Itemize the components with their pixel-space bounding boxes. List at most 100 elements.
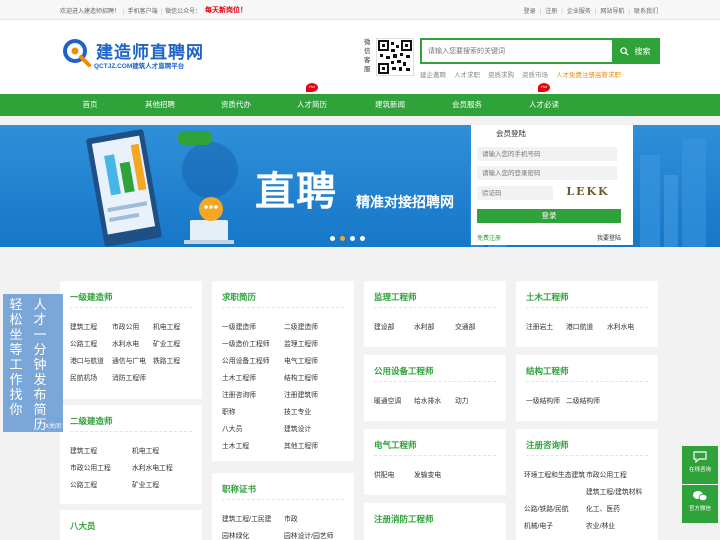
category-link[interactable]: 矿业工程 — [153, 338, 180, 348]
card-fire-engineer: 注册消防工程师 — [364, 503, 506, 540]
nav-home[interactable]: 首页 — [60, 94, 120, 116]
hotword-link[interactable]: 人才求职 — [454, 72, 480, 79]
category-link[interactable]: 港口航道 — [566, 321, 593, 331]
wechat-account-link[interactable]: 微信公众号： — [165, 9, 201, 15]
official-wechat-button[interactable]: 官方微信 — [682, 485, 718, 523]
online-consult-button[interactable]: 在线咨询 — [682, 446, 718, 484]
category-link[interactable]: 一级结构师 — [526, 395, 560, 405]
free-register-link[interactable]: 免费注册 — [477, 233, 501, 242]
login-button[interactable]: 登录 — [477, 209, 621, 223]
category-link[interactable]: 园林设计/园艺师 — [284, 530, 333, 540]
free-register-promo-link[interactable]: 人才免费注册高薪求职 — [556, 72, 621, 79]
carousel-dot[interactable] — [350, 236, 355, 241]
search-button[interactable]: 搜索 — [612, 40, 658, 62]
nav-resumes[interactable]: 人才简历 Hot — [282, 83, 342, 116]
category-link[interactable]: 消防工程师 — [112, 372, 146, 382]
category-link[interactable]: 注册建筑师 — [284, 389, 318, 399]
category-link[interactable]: 建筑工程/工民建 — [222, 513, 271, 523]
category-link[interactable]: 给水排水 — [414, 395, 441, 405]
category-link[interactable]: 其他工程师 — [284, 440, 318, 450]
top-enterprise-link[interactable]: 企业服务 — [567, 9, 591, 15]
nav-news[interactable]: 建筑新闻 — [360, 94, 420, 116]
category-link[interactable]: 民航机场 — [70, 372, 97, 382]
category-link[interactable]: 农业/林业 — [586, 520, 615, 530]
category-link[interactable]: 八大员 — [222, 423, 242, 433]
top-sitemap-link[interactable]: 网站导航 — [600, 9, 624, 15]
card-first-class-constructor: 一级建造师 建筑工程 市政公用 机电工程 公路工程 水利水电 矿业工程 港口与航… — [60, 281, 202, 399]
my-login-link[interactable]: 我要登陆 — [597, 233, 621, 242]
category-link[interactable]: 职称 — [222, 406, 236, 416]
hotword-link[interactable]: 资质市场 — [522, 72, 548, 79]
top-register-link[interactable]: 注册 — [545, 9, 557, 15]
category-link[interactable]: 公路/铁路/民航 — [524, 503, 569, 513]
search-button-label: 搜索 — [634, 46, 651, 56]
category-link[interactable]: 二级建造师 — [284, 321, 318, 331]
category-link[interactable]: 电气工程师 — [284, 355, 318, 365]
category-link[interactable]: 水利水电 — [112, 338, 139, 348]
category-link[interactable]: 结构工程师 — [284, 372, 318, 382]
carousel-dot-active[interactable] — [340, 236, 345, 241]
carousel-dot[interactable] — [360, 236, 365, 241]
category-link[interactable]: 市政公用工程 — [586, 469, 627, 479]
category-link[interactable]: 动力 — [455, 395, 469, 405]
floating-promo-ad[interactable]: 轻松坐等工作找你 人才一分钟发布简历 X关闭 — [3, 294, 63, 433]
nav-qualification[interactable]: 资质代办 — [206, 94, 266, 116]
category-link[interactable]: 化工、医药 — [586, 503, 620, 513]
category-link[interactable]: 市政公用 — [112, 321, 139, 331]
captcha-image[interactable]: LEKK — [559, 185, 617, 199]
category-link[interactable]: 供配电 — [374, 469, 394, 479]
category-link[interactable]: 机电工程 — [153, 321, 180, 331]
search-input[interactable] — [422, 40, 612, 62]
promo-text-wait: 轻松坐等工作找你 — [9, 298, 23, 418]
category-link[interactable]: 一级建造师 — [222, 321, 256, 331]
site-logo[interactable]: 建造师直聘网 QCTJZ.COM建筑人才直聘平台 — [62, 36, 222, 76]
category-link[interactable]: 技工专业 — [284, 406, 311, 416]
carousel-dot[interactable] — [330, 236, 335, 241]
category-link[interactable]: 公用设备工程师 — [222, 355, 270, 365]
nav-member-service[interactable]: 会员服务 — [437, 94, 497, 116]
category-link[interactable]: 通信与广电 — [112, 355, 146, 365]
category-link[interactable]: 水利水电 — [607, 321, 634, 331]
top-login-link[interactable]: 登录 — [524, 9, 536, 15]
top-contact-link[interactable]: 联系我们 — [634, 9, 658, 15]
nav-other-jobs[interactable]: 其他招聘 — [130, 94, 190, 116]
password-input[interactable] — [477, 166, 617, 180]
category-link[interactable]: 环境工程和生态建筑 — [524, 469, 585, 479]
category-link[interactable]: 机械/电子 — [524, 520, 553, 530]
category-link[interactable]: 机电工程 — [132, 445, 159, 455]
category-link[interactable]: 铁路工程 — [153, 355, 180, 365]
category-link[interactable]: 暖通空调 — [374, 395, 401, 405]
category-link[interactable]: 二级结构师 — [566, 395, 600, 405]
category-link[interactable]: 市政公用工程 — [70, 462, 111, 472]
category-link[interactable]: 建筑设计 — [284, 423, 311, 433]
main-nav: 首页 其他招聘 资质代办 人才简历 Hot 建筑新闻 会员服务 人才必读 Hot — [0, 83, 720, 116]
category-link[interactable]: 港口与航道 — [70, 355, 104, 365]
category-link[interactable]: 水利水电工程 — [132, 462, 173, 472]
nav-must-read[interactable]: 人才必读 Hot — [514, 83, 574, 116]
category-link[interactable]: 土木工程 — [222, 440, 249, 450]
category-link[interactable]: 建筑工程/建筑材料 — [586, 486, 642, 496]
category-link[interactable]: 市政 — [284, 513, 298, 523]
close-promo-button[interactable]: X关闭 — [45, 421, 61, 430]
hotword-link[interactable]: 建企邀聘 — [420, 72, 446, 79]
category-link[interactable]: 一级造价工程师 — [222, 338, 270, 348]
banner-headline: 直聘 — [255, 169, 337, 215]
category-link[interactable]: 公路工程 — [70, 479, 97, 489]
hotword-link[interactable]: 资质求购 — [488, 72, 514, 79]
category-link[interactable]: 监理工程师 — [284, 338, 318, 348]
category-link[interactable]: 建筑工程 — [70, 321, 97, 331]
category-link[interactable]: 发输变电 — [414, 469, 441, 479]
category-link[interactable]: 建筑工程 — [70, 445, 97, 455]
mobile-client-link[interactable]: 手机客户端 — [128, 9, 158, 15]
category-link[interactable]: 园林绿化 — [222, 530, 249, 540]
category-link[interactable]: 建设部 — [374, 321, 394, 331]
category-link[interactable]: 土木工程师 — [222, 372, 256, 382]
captcha-input[interactable] — [477, 186, 553, 200]
category-link[interactable]: 交通部 — [455, 321, 475, 331]
category-link[interactable]: 公路工程 — [70, 338, 97, 348]
category-link[interactable]: 水利部 — [414, 321, 434, 331]
phone-input[interactable] — [477, 147, 617, 161]
category-link[interactable]: 注册咨询师 — [222, 389, 256, 399]
category-link[interactable]: 注册岩土 — [526, 321, 553, 331]
category-link[interactable]: 矿业工程 — [132, 479, 159, 489]
